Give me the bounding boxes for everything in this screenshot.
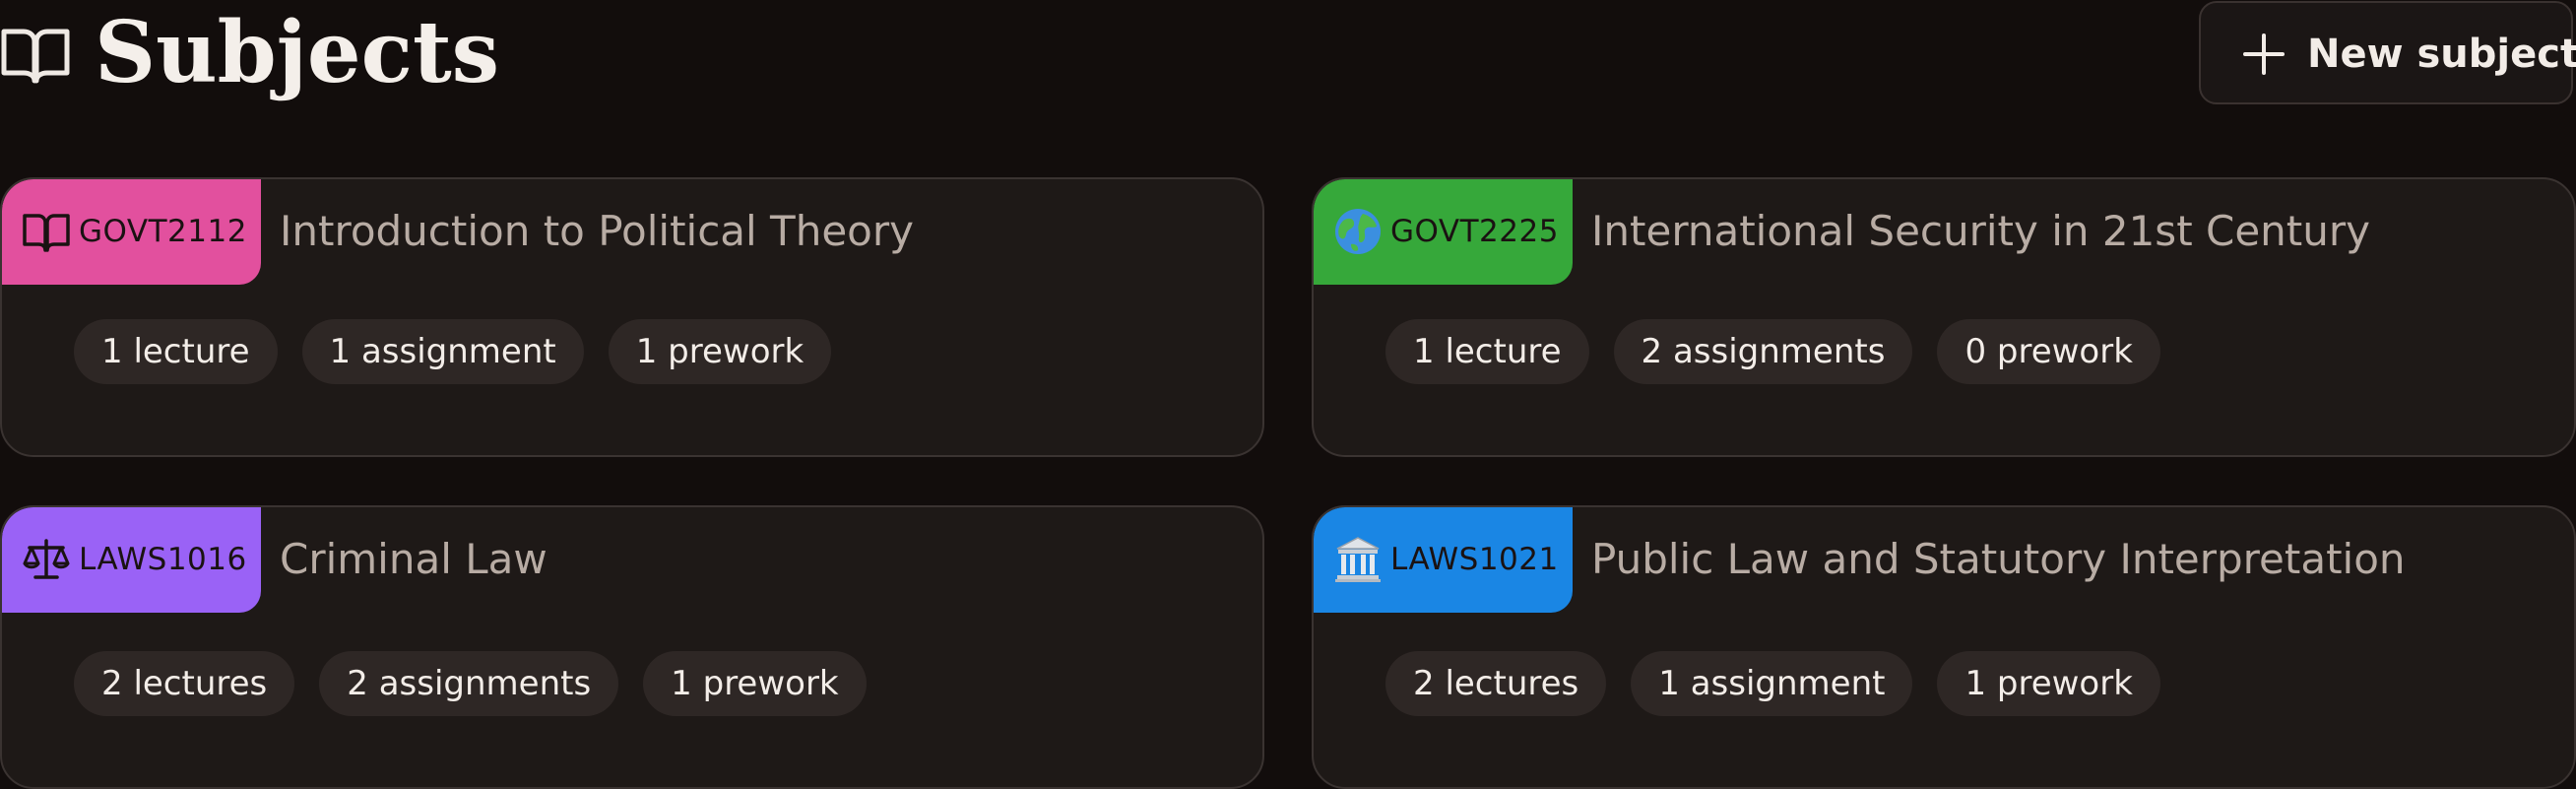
prework-count-chip: 0 prework	[1937, 319, 2160, 384]
subject-code: LAWS1016	[79, 542, 247, 577]
prework-count-chip: 1 prework	[643, 651, 867, 716]
subject-card[interactable]: LAWS1021 Public Law and Statutory Interp…	[1312, 505, 2576, 789]
subject-title: Public Law and Statutory Interpretation	[1591, 535, 2406, 583]
subject-stats: 1 lecture 2 assignments 0 prework	[1385, 319, 2160, 384]
lecture-count-chip: 1 lecture	[74, 319, 278, 384]
subject-code: GOVT2225	[1390, 214, 1559, 249]
assignment-count-chip: 1 assignment	[301, 319, 584, 384]
assignment-count-chip: 2 assignments	[1613, 319, 1913, 384]
subject-card[interactable]: GOVT2112 Introduction to Political Theor…	[0, 177, 1264, 457]
subject-code: GOVT2112	[79, 214, 247, 249]
assignment-count-chip: 2 assignments	[319, 651, 619, 716]
book-open-icon	[23, 214, 70, 252]
subject-code-tag: LAWS1021	[1314, 507, 1573, 613]
book-open-icon	[1, 29, 70, 84]
lecture-count-chip: 2 lectures	[74, 651, 295, 716]
page-header: Subjects New subject	[0, 0, 2576, 108]
classical-building-icon	[1335, 537, 1381, 582]
subject-card[interactable]: GOVT2225 International Security in 21st …	[1312, 177, 2576, 457]
subject-card[interactable]: LAWS1016 Criminal Law 2 lectures 2 assig…	[0, 505, 1264, 789]
subject-stats: 1 lecture 1 assignment 1 prework	[74, 319, 832, 384]
subject-stats: 2 lectures 1 assignment 1 prework	[1385, 651, 2160, 716]
subject-title: Introduction to Political Theory	[280, 207, 914, 255]
subject-title: International Security in 21st Century	[1591, 207, 2371, 255]
globe-icon	[1335, 209, 1381, 254]
subject-code: LAWS1021	[1390, 542, 1559, 577]
lecture-count-chip: 1 lecture	[1385, 319, 1589, 384]
prework-count-chip: 1 prework	[1937, 651, 2160, 716]
subject-code-tag: GOVT2225	[1314, 179, 1573, 285]
plus-icon	[2243, 33, 2285, 75]
subject-code-tag: GOVT2112	[2, 179, 261, 285]
lecture-count-chip: 2 lectures	[1385, 651, 1607, 716]
subject-title: Criminal Law	[280, 535, 547, 583]
subject-stats: 2 lectures 2 assignments 1 prework	[74, 651, 867, 716]
scales-icon	[23, 539, 70, 579]
new-subject-label: New subject	[2307, 32, 2576, 77]
assignment-count-chip: 1 assignment	[1631, 651, 1913, 716]
page-title: Subjects	[95, 3, 500, 102]
prework-count-chip: 1 prework	[608, 319, 832, 384]
subject-code-tag: LAWS1016	[2, 507, 261, 613]
new-subject-button[interactable]: New subject	[2199, 1, 2576, 104]
